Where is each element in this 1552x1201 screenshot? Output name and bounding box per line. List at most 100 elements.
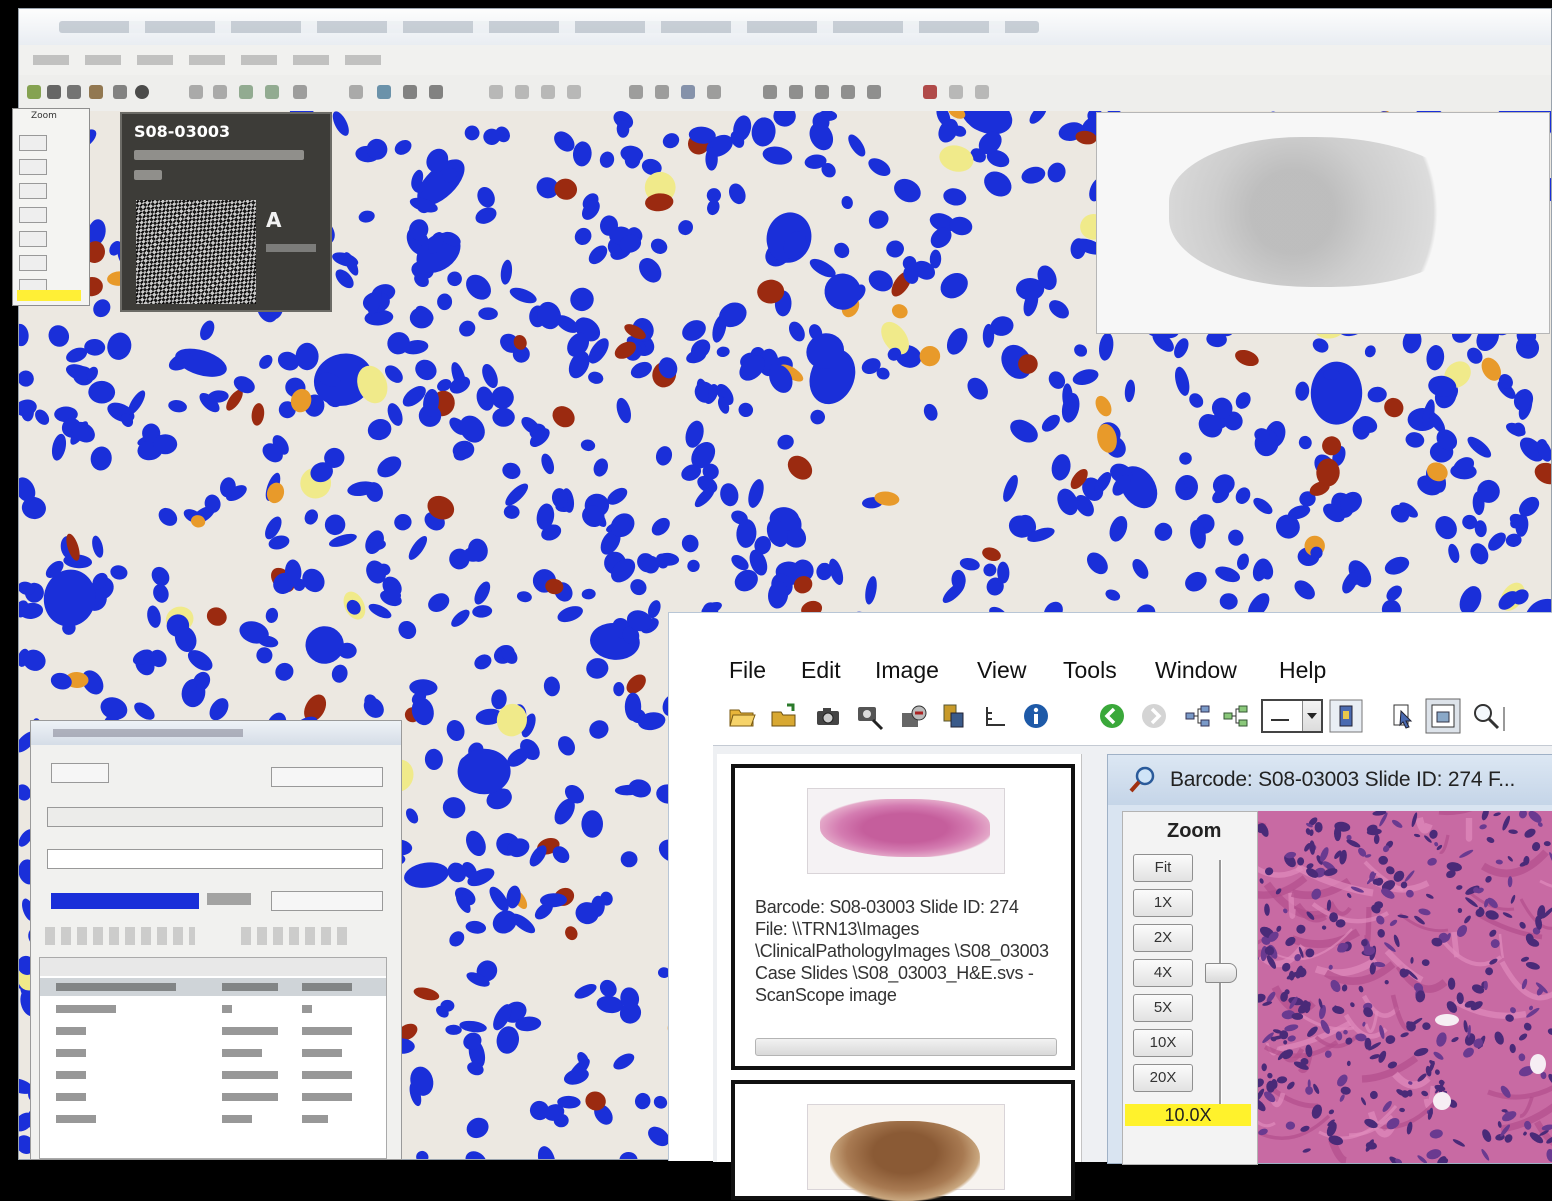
he-nucleus xyxy=(1502,912,1513,918)
zoom-1x-button[interactable]: 1X xyxy=(1133,889,1193,917)
tree-icon[interactable] xyxy=(1183,701,1213,731)
he-nucleus xyxy=(1321,925,1327,930)
he-nucleus xyxy=(1519,1033,1528,1041)
he-nucleus xyxy=(1532,842,1541,852)
nucleus xyxy=(581,588,596,600)
menu-file[interactable]: File xyxy=(729,657,766,684)
zoom-4x-button[interactable]: 4X xyxy=(1133,959,1193,987)
menu-view[interactable]: View xyxy=(977,657,1026,684)
zoom-2x-button[interactable]: 2X xyxy=(1133,924,1193,952)
nucleus xyxy=(387,332,410,355)
zoom-slider-handle[interactable] xyxy=(1205,963,1237,983)
tree-alt-icon[interactable] xyxy=(1221,701,1251,731)
stroma-fiber xyxy=(1539,879,1552,888)
slide-overview-thumbnail[interactable] xyxy=(1096,112,1550,334)
nucleus xyxy=(1072,369,1099,386)
open-folder-arrow-icon[interactable] xyxy=(769,701,799,731)
nucleus xyxy=(251,403,265,426)
nucleus xyxy=(599,979,617,998)
nucleus xyxy=(967,377,988,400)
info-icon[interactable] xyxy=(1021,701,1051,731)
nucleus xyxy=(841,195,853,210)
camera-icon[interactable] xyxy=(813,701,843,731)
stroma-fiber xyxy=(1415,816,1433,834)
nucleus xyxy=(619,1151,638,1159)
he-nucleus xyxy=(1393,934,1400,948)
server-icon[interactable] xyxy=(939,701,969,731)
nucleus xyxy=(616,397,632,424)
nucleus xyxy=(650,238,668,254)
nucleus xyxy=(19,323,29,347)
stroma-fiber xyxy=(1487,1085,1552,1100)
nucleus xyxy=(653,1095,668,1109)
nucleus xyxy=(748,479,764,508)
he-nucleus xyxy=(1413,833,1421,838)
magnifier-camera-icon[interactable] xyxy=(855,701,885,731)
measure-icon[interactable] xyxy=(981,701,1011,731)
nucleus xyxy=(1154,522,1173,541)
search-icon[interactable] xyxy=(1471,701,1501,731)
menu-tools[interactable]: Tools xyxy=(1063,657,1117,684)
nucleus xyxy=(1185,571,1207,592)
label-letter: A xyxy=(266,208,282,232)
menu-image[interactable]: Image xyxy=(875,657,939,684)
nucleus xyxy=(475,207,497,224)
he-nucleus xyxy=(1329,912,1338,923)
nucleus xyxy=(678,220,693,236)
window-icon[interactable] xyxy=(1329,699,1363,733)
nucleus xyxy=(982,547,1001,562)
zoom-fit-button[interactable]: Fit xyxy=(1133,854,1193,882)
nucleus xyxy=(613,682,625,697)
he-nucleus xyxy=(1548,1073,1552,1086)
zoom-5x-button[interactable]: 5X xyxy=(1133,994,1193,1022)
slide-thumbnail[interactable] xyxy=(807,1104,1005,1201)
he-nucleus xyxy=(1373,834,1380,845)
nucleus xyxy=(464,125,480,141)
he-nucleus xyxy=(1328,1109,1335,1115)
he-nucleus xyxy=(1276,1076,1288,1084)
nucleus xyxy=(1049,300,1069,319)
nucleus xyxy=(630,361,652,379)
nucleus xyxy=(626,674,646,694)
he-nucleus xyxy=(1385,1035,1396,1044)
nucleus xyxy=(1095,395,1112,417)
slide-card[interactable] xyxy=(731,1080,1075,1201)
menu-edit[interactable]: Edit xyxy=(801,657,841,684)
nucleus xyxy=(1041,414,1060,432)
nucleus xyxy=(1057,488,1079,516)
open-folder-icon[interactable] xyxy=(727,701,757,731)
menu-bar: File Edit Image View Tools Window Help xyxy=(669,649,1552,689)
layout-select[interactable] xyxy=(1261,699,1323,733)
stroma-fiber xyxy=(1364,906,1372,944)
menu-window[interactable]: Window xyxy=(1155,657,1237,684)
he-tissue xyxy=(820,799,990,857)
nucleus xyxy=(88,380,116,404)
nucleus xyxy=(788,321,805,342)
he-nucleus xyxy=(1267,1072,1273,1079)
slide-thumbnail[interactable] xyxy=(807,788,1005,874)
nucleus xyxy=(1174,338,1189,359)
nucleus xyxy=(687,559,700,573)
he-nucleus xyxy=(1436,1032,1447,1047)
menu-help[interactable]: Help xyxy=(1279,657,1326,684)
slide-label-thumbnail: S08-03003 A xyxy=(120,112,332,312)
he-nucleus xyxy=(1509,1043,1516,1054)
back-icon[interactable] xyxy=(1097,701,1127,731)
he-nucleus xyxy=(1452,1139,1466,1147)
nucleus xyxy=(834,242,850,259)
nucleus xyxy=(465,830,486,857)
export-icon[interactable] xyxy=(899,701,929,731)
zoom-20x-button[interactable]: 20X xyxy=(1133,1064,1193,1092)
zoom-slider-track[interactable] xyxy=(1219,860,1222,1108)
zoom-10x-button[interactable]: 10X xyxy=(1133,1029,1193,1057)
nucleus xyxy=(894,178,921,203)
forward-icon[interactable] xyxy=(1139,701,1169,731)
workspace: Barcode: S08-03003 Slide ID: 274 File: \… xyxy=(713,745,1552,1201)
pointer-icon[interactable] xyxy=(1389,701,1419,731)
nucleus xyxy=(302,568,325,593)
nucleus xyxy=(596,995,624,1014)
thumbnail-icon[interactable] xyxy=(1425,698,1461,734)
slide-card[interactable]: Barcode: S08-03003 Slide ID: 274 File: \… xyxy=(731,764,1075,1070)
nucleus xyxy=(983,563,997,577)
stroma-fiber xyxy=(1439,834,1450,854)
